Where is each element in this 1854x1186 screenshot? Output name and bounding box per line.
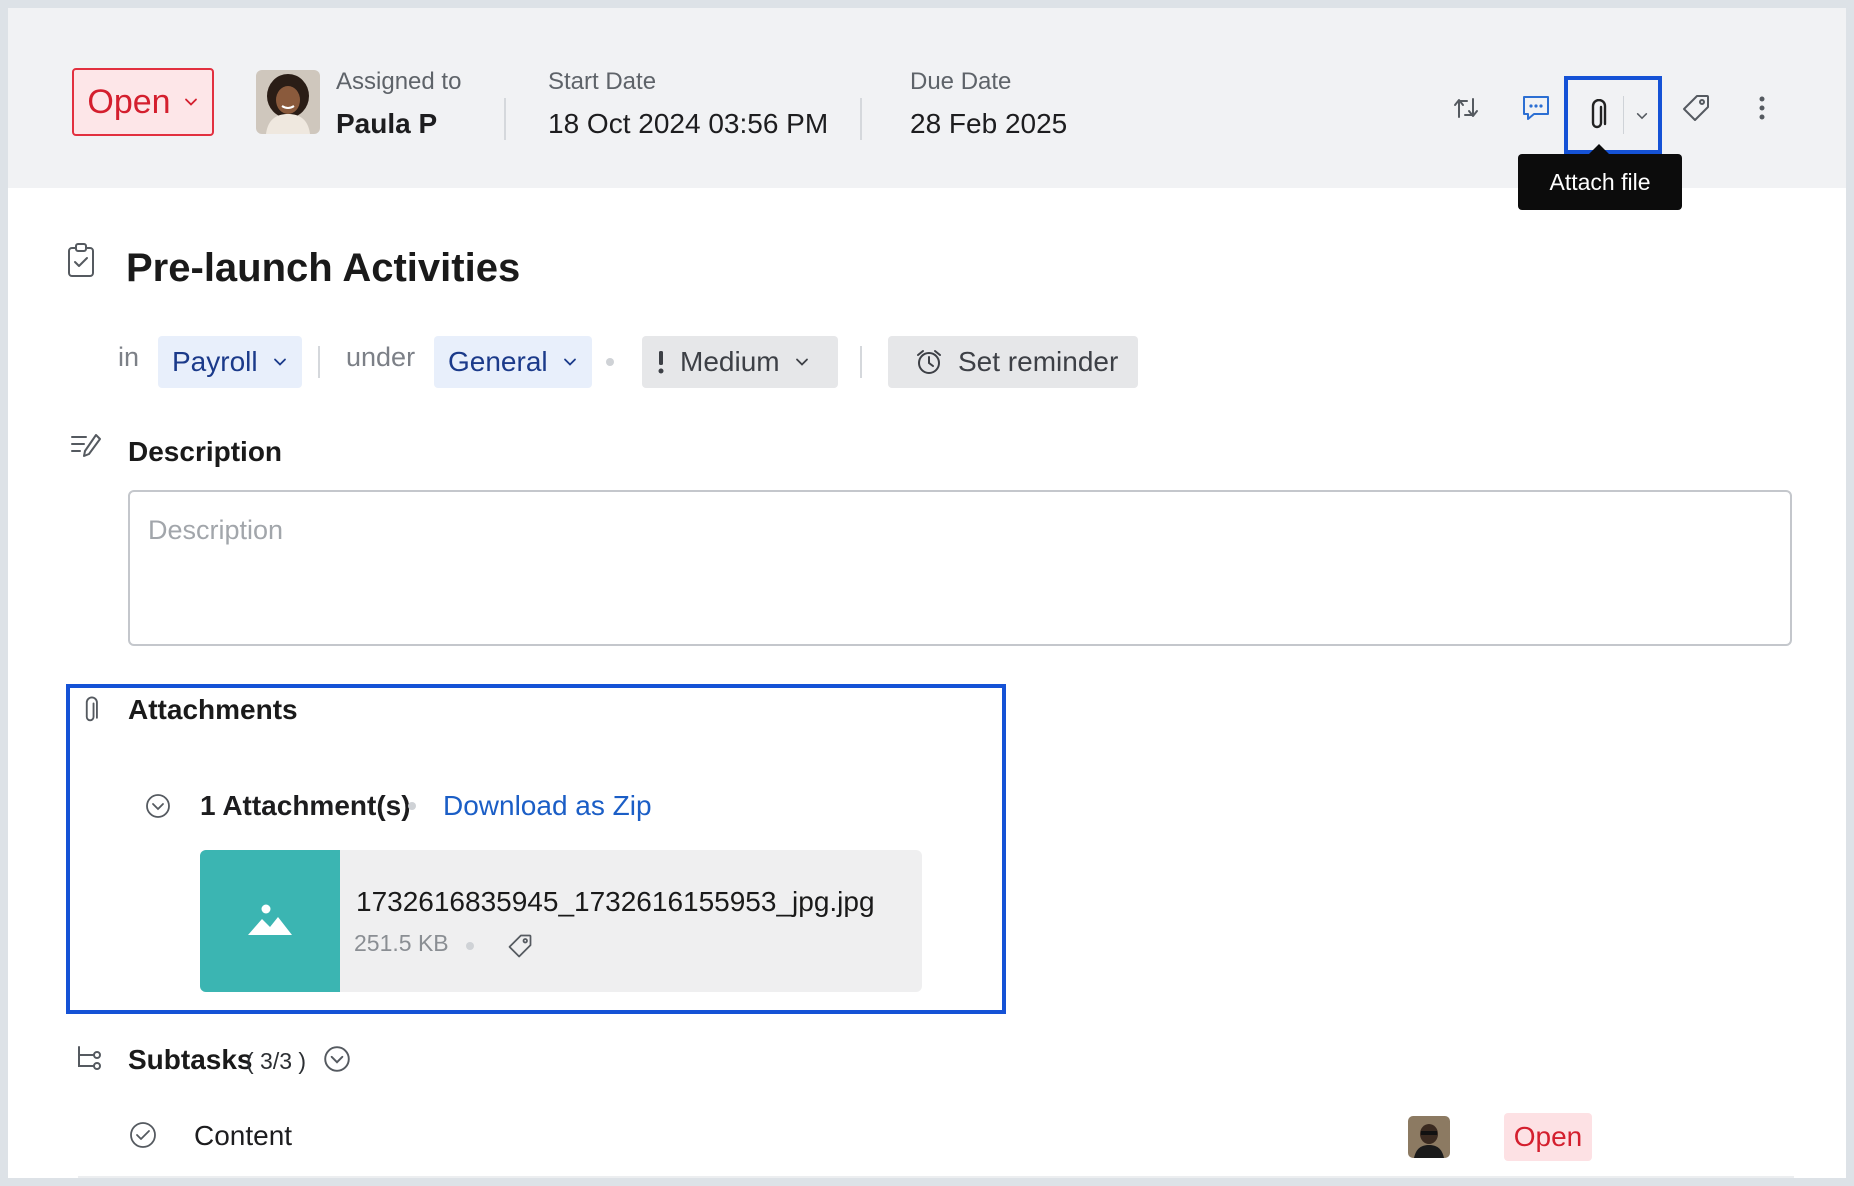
start-date-label: Start Date (548, 68, 657, 95)
collapse-circle-icon[interactable] (322, 1044, 352, 1074)
attachments-heading: Attachments (128, 694, 298, 725)
attach-file-tooltip: Attach file (1518, 144, 1682, 210)
subtask-assignee-avatar[interactable] (1408, 1116, 1450, 1158)
separator-dot (408, 802, 416, 810)
subtask-name[interactable]: Content (194, 1120, 292, 1152)
separator-dot (466, 942, 474, 950)
status-label: Open (87, 82, 171, 121)
description-edit-icon (71, 434, 101, 457)
tag-icon (1683, 95, 1709, 121)
assignee-avatar[interactable] (256, 70, 320, 134)
subtask-icon (78, 1046, 101, 1070)
project-dropdown[interactable]: Payroll (158, 336, 302, 388)
assignee-name[interactable]: Paula P (336, 108, 437, 140)
set-reminder-button[interactable]: Set reminder (888, 336, 1138, 388)
project-name: Payroll (172, 346, 258, 377)
divider (318, 346, 320, 378)
due-date-label: Due Date (910, 68, 1012, 95)
check-circle-icon[interactable] (128, 1120, 158, 1150)
paperclip-icon (1591, 99, 1607, 129)
set-reminder-label: Set reminder (958, 346, 1119, 377)
priority-label: Medium (680, 346, 780, 377)
divider (860, 98, 862, 140)
description-input[interactable] (146, 514, 1778, 547)
attach-options-dropdown[interactable] (1626, 96, 1658, 136)
in-label: in (118, 342, 140, 372)
comment-icon (1523, 96, 1549, 120)
image-icon (248, 904, 292, 935)
chevron-down-icon (795, 358, 808, 366)
divider (504, 98, 506, 140)
task-detail-panel: Open Assigned to Paula P Start Date 18 O… (8, 8, 1846, 1178)
description-field-container (128, 490, 1792, 646)
alarm-clock-icon (917, 350, 941, 374)
more-vertical-icon (1759, 96, 1765, 120)
divider (1623, 96, 1624, 134)
chevron-down-icon (184, 98, 197, 106)
chevron-down-icon (563, 358, 576, 366)
subtasks-count: ( 3/3 ) (246, 1048, 307, 1074)
exclamation-icon (658, 351, 664, 374)
file-size: 251.5 KB (354, 930, 449, 956)
sync-icon (1454, 98, 1478, 118)
description-heading: Description (128, 436, 283, 467)
more-options-button[interactable] (1742, 88, 1782, 128)
task-title[interactable]: Pre-launch Activities (126, 246, 520, 291)
download-as-zip-link[interactable]: Download as Zip (443, 790, 652, 822)
file-thumbnail (200, 850, 340, 992)
attach-file-button[interactable] (1578, 96, 1618, 136)
chevron-down-icon (273, 358, 286, 366)
tag-button[interactable] (1676, 88, 1716, 128)
subtask-status-badge[interactable]: Open (1504, 1113, 1592, 1161)
task-clipboard-icon (68, 243, 94, 277)
assigned-label: Assigned to (336, 68, 462, 95)
tasklist-dropdown[interactable]: General (434, 336, 592, 388)
sync-button[interactable] (1446, 88, 1486, 128)
attach-file-button-group (1564, 76, 1662, 154)
comment-button[interactable] (1516, 88, 1556, 128)
file-name: 1732616835945_1732616155953_jpg.jpg (356, 886, 875, 917)
attachment-count: 1 Attachment(s) (200, 790, 411, 821)
divider (78, 1176, 1794, 1178)
subtasks-heading: Subtasks (128, 1044, 253, 1075)
attachment-file-card[interactable]: 1732616835945_1732616155953_jpg.jpg 251.… (200, 850, 922, 992)
divider (860, 346, 862, 378)
tasklist-name: General (448, 346, 548, 377)
separator-dot (606, 358, 614, 366)
collapse-circle-icon[interactable] (144, 792, 172, 820)
priority-dropdown[interactable]: Medium (642, 336, 838, 388)
start-date-value[interactable]: 18 Oct 2024 03:56 PM (548, 108, 828, 140)
under-label: under (346, 342, 416, 372)
paperclip-icon (85, 696, 98, 722)
status-dropdown[interactable]: Open (72, 68, 214, 136)
due-date-value[interactable]: 28 Feb 2025 (910, 108, 1067, 140)
chevron-down-icon (1636, 113, 1648, 120)
tag-icon[interactable] (506, 932, 534, 960)
